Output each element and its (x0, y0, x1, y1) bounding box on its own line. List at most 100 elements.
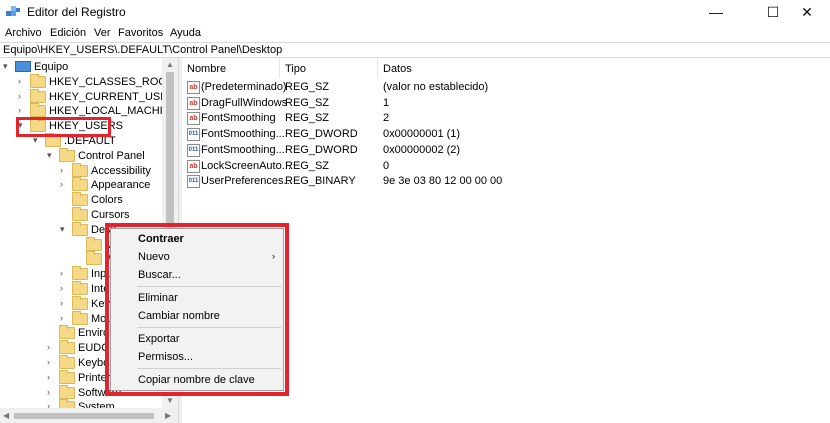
value-data: 0 (383, 159, 390, 172)
chevron-right-icon[interactable]: › (18, 91, 21, 101)
address-bar[interactable]: Equipo\HKEY_USERS\.DEFAULT\Control Panel… (0, 42, 830, 58)
tree-item-label: Colors (91, 194, 123, 207)
context-menu-item[interactable]: Exportar (111, 330, 283, 348)
string-value-icon: ab (187, 81, 200, 94)
folder-icon (72, 281, 88, 295)
chevron-down-icon[interactable]: ▾ (3, 61, 8, 72)
binary-value-icon: 011 (187, 128, 200, 142)
value-row[interactable]: ab DragFullWindows REG_SZ 1 (182, 96, 830, 112)
value-name: DragFullWindows (201, 96, 288, 109)
column-datos[interactable]: Datos (378, 58, 618, 78)
folder-icon (59, 340, 75, 355)
chevron-down-icon[interactable]: ▾ (60, 224, 65, 235)
value-row[interactable]: ab (Predeterminado) REG_SZ (valor no establ… (182, 80, 830, 96)
title-bar: Editor del Registro — ☐ ✕ (0, 0, 830, 24)
value-row[interactable]: 011 FontSmoothing... REG_DWORD 0x00000001 (… (182, 127, 830, 143)
column-nombre[interactable]: Nombre (182, 58, 280, 78)
value-type: REG_BINARY (285, 175, 356, 188)
value-type: REG_SZ (285, 112, 330, 125)
tree-item[interactable]: Cursors (0, 207, 162, 223)
folder-icon (59, 355, 75, 369)
value-row[interactable]: 011 UserPreferences... REG_BINARY 9e 3e 03 … (182, 174, 830, 190)
scroll-left-icon[interactable]: ◀ (3, 411, 9, 420)
context-menu-item[interactable]: Contraer (111, 230, 283, 248)
menu-edicion[interactable]: Edición (50, 27, 86, 39)
minimize-button[interactable]: — (693, 0, 739, 24)
hscroll-thumb[interactable] (14, 413, 154, 419)
value-row[interactable]: 011 FontSmoothing... REG_DWORD 0x00000002 (… (182, 143, 830, 159)
folder-icon (30, 103, 46, 118)
tree-item[interactable]: › HKEY_CURRENT_USER (0, 88, 176, 105)
registry-app-icon (6, 6, 20, 16)
context-menu-item[interactable]: Buscar... (111, 266, 283, 284)
folder-icon (72, 310, 88, 325)
value-data: (valor no establecido) (383, 81, 489, 93)
value-row[interactable]: ab FontSmoothing REG_SZ 2 (182, 111, 830, 127)
chevron-right-icon[interactable]: › (47, 387, 50, 397)
chevron-right-icon[interactable]: › (60, 165, 63, 175)
context-menu-item[interactable]: Copiar nombre de clave (111, 371, 283, 389)
folder-icon (59, 384, 75, 399)
context-menu-item[interactable]: Permisos... (111, 348, 283, 366)
tree-horizontal-scrollbar[interactable]: ◀ ▶ (0, 408, 178, 423)
scroll-up-icon[interactable]: ▲ (166, 60, 174, 69)
tree-item[interactable]: › System (0, 399, 162, 408)
chevron-down-icon[interactable]: ▾ (47, 150, 52, 161)
tree-item-label: Appearance (91, 179, 151, 192)
chevron-right-icon[interactable]: › (60, 268, 63, 278)
value-data: 2 (383, 112, 390, 125)
folder-icon (59, 399, 75, 408)
tree-item-label: Accessibility (91, 164, 151, 177)
tree-item[interactable]: ▾ Control Panel (0, 147, 162, 164)
tree-item-label: Control Panel (78, 149, 145, 162)
string-value-icon: ab (187, 159, 200, 173)
context-menu-item[interactable]: Nuevo › (111, 248, 283, 266)
chevron-right-icon[interactable]: › (47, 342, 50, 352)
chevron-right-icon[interactable]: › (60, 179, 63, 189)
menu-archivo[interactable]: Archivo (5, 27, 42, 39)
value-name: LockScreenAuto... (201, 159, 291, 172)
folder-icon (72, 266, 88, 281)
scroll-down-icon[interactable]: ▼ (166, 396, 174, 405)
chevron-right-icon[interactable]: › (60, 298, 63, 308)
menu-ayuda[interactable]: Ayuda (170, 27, 201, 39)
folder-icon (59, 147, 75, 162)
binary-value-icon: 011 (187, 143, 200, 157)
menu-favoritos[interactable]: Favoritos (118, 27, 163, 39)
folder-icon (59, 325, 75, 340)
close-button[interactable]: ✕ (784, 0, 830, 24)
window-title: Editor del Registro (27, 5, 126, 19)
submenu-arrow-icon: › (272, 251, 275, 261)
context-menu-item[interactable]: Eliminar (111, 289, 283, 307)
folder-icon (72, 192, 88, 207)
context-menu-item[interactable]: Cambiar nombre (111, 307, 283, 325)
tree-item-label: HKEY_LOCAL_MACHINE (49, 105, 178, 118)
tree-item-label: HKEY_CURRENT_USER (49, 90, 176, 103)
value-row[interactable]: ab LockScreenAuto... REG_SZ 0 (182, 159, 830, 175)
chevron-right-icon[interactable]: › (47, 372, 50, 382)
folder-icon (86, 236, 102, 251)
value-name: FontSmoothing... (201, 143, 285, 156)
chevron-right-icon[interactable]: › (18, 105, 21, 115)
tree-item[interactable]: › HKEY_CLASSES_ROOT (0, 73, 174, 90)
chevron-right-icon[interactable]: › (18, 76, 21, 86)
menu-ver[interactable]: Ver (94, 27, 111, 39)
scroll-right-icon[interactable]: ▶ (165, 411, 171, 420)
tree-item[interactable]: Colors (0, 192, 162, 208)
chevron-right-icon[interactable]: › (47, 401, 50, 408)
chevron-right-icon[interactable]: › (47, 357, 50, 367)
column-tipo[interactable]: Tipo (280, 58, 378, 78)
scroll-thumb[interactable] (166, 72, 174, 242)
value-name: FontSmoothing (201, 112, 276, 125)
hkey-users-highlight-box (16, 117, 111, 137)
tree-item[interactable]: › Accessibility (0, 162, 162, 179)
chevron-right-icon[interactable]: › (60, 313, 63, 323)
tree-item-label: Cursors (91, 209, 130, 221)
value-type: REG_DWORD (285, 128, 358, 141)
tree-item-label: Equipo (34, 61, 69, 73)
chevron-right-icon[interactable]: › (60, 283, 63, 293)
folder-icon (72, 162, 88, 177)
tree-item[interactable]: ▾ Equipo (0, 60, 162, 75)
value-data: 0x00000002 (2) (383, 143, 461, 156)
tree-item[interactable]: › Appearance (0, 177, 162, 193)
